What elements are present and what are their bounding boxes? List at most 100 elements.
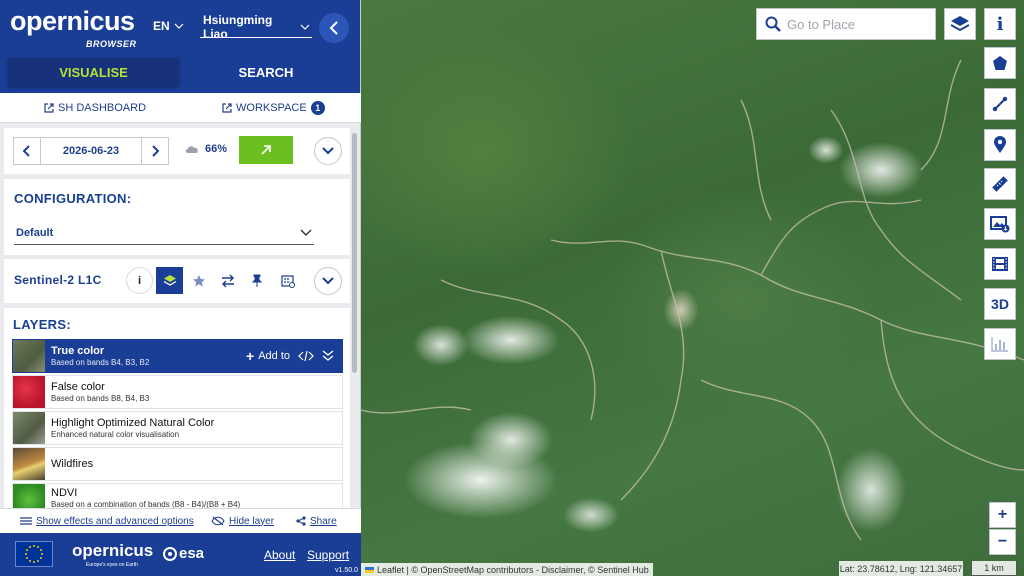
zoom-in-button[interactable]: + (989, 502, 1016, 528)
satellite-map[interactable] (361, 0, 1024, 576)
layer-thumbnail (13, 484, 45, 508)
esa-logo[interactable]: esa (163, 545, 204, 562)
chevron-down-icon (322, 277, 334, 285)
tab-search[interactable]: SEARCH (180, 58, 352, 86)
layer-item-highlight-optimized[interactable]: Highlight Optimized Natural Color Enhanc… (12, 411, 343, 445)
copernicus-logo[interactable]: opernicus BROWSER (10, 6, 136, 49)
workspace-label: WORKSPACE (236, 101, 307, 114)
date-card: 2026-06-23 66% (4, 128, 350, 174)
hide-layer-label: Hide layer (229, 515, 275, 527)
share-link[interactable]: Share (296, 516, 337, 527)
histogram-button[interactable] (984, 328, 1016, 360)
cloud-coverage[interactable]: 66% (184, 143, 227, 155)
expand-dataset-button[interactable] (314, 267, 342, 295)
map-pin-icon (994, 136, 1006, 153)
sh-dashboard-link[interactable]: SH DASHBOARD (44, 102, 146, 114)
cloud-icon (185, 146, 198, 153)
dataset-card: Sentinel-2 L1C i (4, 259, 350, 303)
workspace-badge: 1 (310, 100, 325, 115)
star-icon (192, 274, 205, 286)
dataset-name: Sentinel-2 L1C (14, 273, 102, 287)
panel-scroll-area[interactable]: 2026-06-23 66% CONFIGURATION: Default Se… (0, 123, 361, 508)
layer-thumbnail (13, 376, 45, 408)
external-link-icon (222, 102, 232, 113)
layer-title: True color (51, 345, 105, 357)
tab-visualise[interactable]: VISUALISE (8, 58, 179, 86)
footer: opernicus Europe's eyes on Earth esa Abo… (0, 533, 361, 576)
plus-icon: + (246, 348, 255, 364)
cloud-value: 66% (205, 143, 228, 155)
river-network (361, 59, 1024, 541)
info-icon: i (996, 13, 1004, 35)
layer-title: Highlight Optimized Natural Color (51, 417, 215, 429)
chevron-down-icon (174, 23, 184, 29)
layer-title: Wildfires (51, 458, 94, 470)
configuration-select[interactable]: Default (14, 221, 314, 245)
language-select[interactable]: EN (153, 19, 184, 33)
go-to-place-search[interactable] (756, 8, 936, 40)
expand-date-button[interactable] (314, 137, 342, 165)
panel-scrollbar[interactable] (352, 133, 357, 373)
favorite-button[interactable] (185, 267, 212, 294)
layer-thumbnail (13, 340, 45, 372)
swap-icon (221, 274, 234, 287)
layer-item-false-color[interactable]: False color Based on bands B8, B4, B3 (12, 375, 343, 409)
calendar-tool-button[interactable] (274, 267, 301, 294)
layers-switch-button[interactable] (944, 8, 976, 40)
search-icon (765, 16, 781, 32)
sliders-icon (20, 517, 32, 525)
dataset-info-button[interactable]: i (126, 267, 153, 294)
support-link[interactable]: Support (307, 548, 349, 562)
measure-button[interactable] (984, 168, 1016, 200)
code-icon[interactable] (298, 351, 314, 361)
compare-button[interactable] (214, 267, 241, 294)
arrow-up-right-icon (261, 145, 271, 155)
hide-layer-link[interactable]: Hide layer (211, 516, 274, 527)
map-attribution: Leaflet | © OpenStreetMap contributors -… (361, 563, 653, 576)
layer-item-wildfires[interactable]: Wildfires (12, 447, 343, 481)
area-of-interest-button[interactable] (984, 47, 1016, 79)
timelapse-button[interactable] (984, 248, 1016, 280)
layer-description: Based on bands B4, B3, B2 (51, 358, 150, 367)
footer-esa: esa (179, 545, 205, 562)
coordinates-readout: Lat: 23.78612, Lng: 121.34657 (839, 561, 963, 576)
three-d-button[interactable]: 3D (984, 288, 1016, 320)
layer-thumbnail (13, 448, 45, 480)
layer-description: Enhanced natural color visualisation (51, 430, 180, 439)
zoom-out-button[interactable]: − (989, 529, 1016, 555)
layer-item-ndvi[interactable]: NDVI Based on a combination of bands (B8… (12, 483, 343, 508)
date-input[interactable]: 2026-06-23 (41, 137, 141, 165)
chevron-down-icon (300, 24, 310, 30)
layer-thumbnail (13, 412, 45, 444)
collapse-panel-button[interactable] (319, 13, 349, 43)
layer-description: Based on bands B8, B4, B3 (51, 394, 150, 403)
pin-button[interactable] (243, 267, 270, 294)
user-menu[interactable]: Hsiungming Liao (200, 13, 312, 41)
info-icon: i (137, 274, 142, 287)
effects-link[interactable]: Show effects and advanced options (20, 516, 194, 527)
version-label: v1.50.0 (335, 567, 358, 574)
chevron-right-icon (152, 145, 159, 157)
share-icon (296, 516, 306, 526)
add-to-compare-button[interactable]: + Add to (246, 348, 290, 364)
sh-dashboard-label: SH DASHBOARD (58, 101, 147, 114)
logo-sub: BROWSER (86, 39, 137, 49)
search-input[interactable] (787, 16, 927, 32)
search-date-button[interactable] (239, 136, 293, 164)
share-label: Share (310, 515, 337, 527)
layers-tool-button[interactable] (156, 267, 183, 294)
draw-line-button[interactable] (984, 88, 1016, 120)
download-image-button[interactable] (984, 208, 1016, 240)
about-link[interactable]: About (264, 548, 295, 562)
image-download-icon (990, 216, 1010, 233)
prev-date-button[interactable] (13, 137, 41, 165)
attribution-text: Leaflet | © OpenStreetMap contributors -… (377, 564, 649, 575)
info-button[interactable]: i (984, 8, 1016, 40)
next-date-button[interactable] (141, 137, 169, 165)
double-chevron-down-icon[interactable] (322, 350, 334, 362)
workspace-link[interactable]: WORKSPACE 1 (222, 100, 325, 115)
layer-item-true-color[interactable]: True color Based on bands B4, B3, B2 + A… (12, 339, 343, 373)
copernicus-footer-logo[interactable]: opernicus Europe's eyes on Earth (72, 541, 153, 568)
location-marker-button[interactable] (984, 129, 1016, 161)
footer-tagline: Europe's eyes on Earth (86, 562, 138, 568)
